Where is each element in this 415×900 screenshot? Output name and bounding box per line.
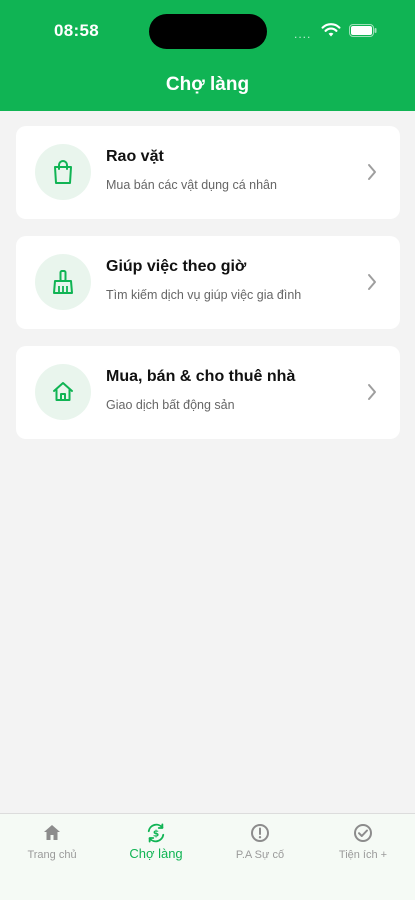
status-time: 08:58 — [54, 21, 99, 40]
wifi-icon — [321, 23, 341, 37]
card-title: Mua, bán & cho thuê nhà — [106, 368, 296, 385]
chevron-right-icon — [368, 274, 376, 290]
card-title: Giúp việc theo giờ — [106, 258, 247, 275]
check-circle-icon — [354, 824, 372, 842]
tab-label: Tiện ích + — [338, 849, 388, 861]
card-mua-ban-nha[interactable]: Mua, bán & cho thuê nhà Giao dịch bất độ… — [16, 346, 400, 439]
chevron-right-icon — [368, 384, 376, 400]
card-icon-container — [35, 364, 91, 420]
bottom-tab-bar: Trang chủ $ Chợ làng P.A Sự cố Tiện ích … — [0, 813, 415, 900]
alert-icon — [251, 824, 269, 842]
card-subtitle: Mua bán các vật dụng cá nhân — [106, 178, 277, 192]
app-header: 08:58 .... Chợ làng — [0, 0, 415, 111]
card-rao-vat[interactable]: Rao vặt Mua bán các vật dụng cá nhân — [16, 126, 400, 219]
signal-indicator: .... — [294, 27, 312, 41]
broom-icon — [53, 270, 73, 294]
tab-label: P.A Sự cố — [235, 849, 285, 861]
house-icon — [53, 382, 73, 401]
card-giup-viec[interactable]: Giúp việc theo giờ Tìm kiếm dịch vụ giúp… — [16, 236, 400, 329]
tab-label: Chợ làng — [129, 846, 183, 861]
card-title: Rao vặt — [106, 148, 164, 165]
card-icon-container — [35, 144, 91, 200]
tab-tien-ich[interactable]: Tiện ích + — [311, 814, 415, 884]
shopping-bag-icon — [54, 160, 72, 184]
page-title: Chợ làng — [165, 74, 250, 95]
card-icon-container — [35, 254, 91, 310]
card-subtitle: Giao dịch bất động sản — [106, 398, 235, 412]
tab-label: Trang chủ — [27, 849, 77, 861]
tab-pa-su-co[interactable]: P.A Sự cố — [208, 814, 312, 884]
tab-cho-lang[interactable]: $ Chợ làng — [104, 814, 208, 884]
dynamic-island — [149, 14, 267, 49]
card-subtitle: Tìm kiếm dịch vụ giúp việc gia đình — [106, 288, 302, 302]
chevron-right-icon — [368, 164, 376, 180]
svg-text:$: $ — [153, 830, 159, 840]
market-exchange-icon: $ — [147, 823, 165, 843]
tab-trang-chu[interactable]: Trang chủ — [0, 814, 104, 884]
home-icon — [44, 825, 60, 840]
battery-icon — [349, 24, 377, 37]
